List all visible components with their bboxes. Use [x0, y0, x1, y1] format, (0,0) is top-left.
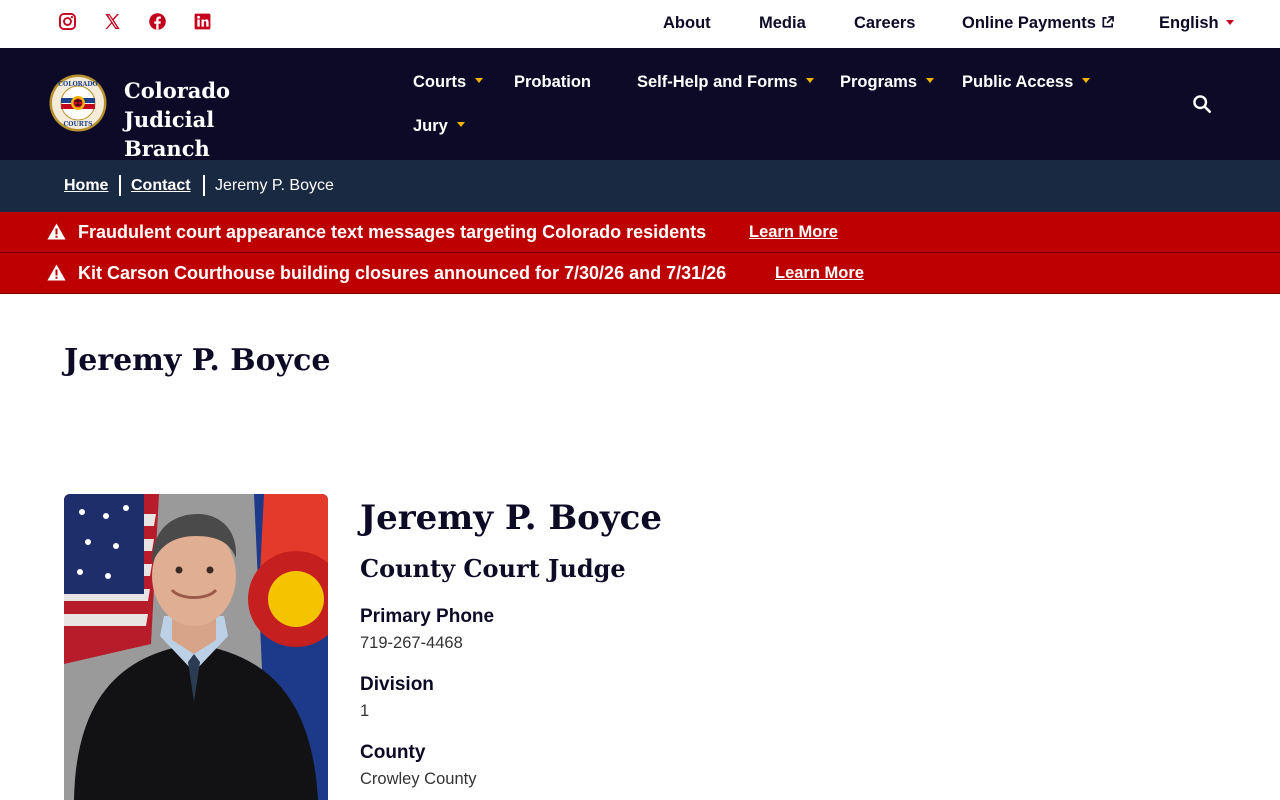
about-link[interactable]: About [663, 14, 711, 33]
brand-line-1: Colorado Judicial [124, 78, 231, 132]
nav-programs-label: Programs [840, 73, 918, 91]
search-icon[interactable] [1192, 94, 1212, 114]
instagram-link[interactable] [58, 12, 77, 31]
svg-text:COLORADO: COLORADO [58, 81, 98, 88]
division-value: 1 [360, 702, 370, 720]
alert-learn-more-link[interactable]: Learn More [749, 223, 838, 242]
alert-message: Kit Carson Courthouse building closures … [78, 263, 727, 283]
primary-phone-value[interactable]: 719-267-4468 [360, 634, 463, 653]
chevron-down-icon [1225, 20, 1234, 25]
alert-banner: Fraudulent court appearance text message… [0, 212, 1280, 253]
chevron-down-icon [926, 78, 935, 83]
nav-public-access[interactable]: Public Access [962, 73, 1091, 92]
main-nav: COLORADO COURTS Colorado Judicial Branch… [0, 48, 1280, 163]
warning-icon [47, 223, 66, 240]
nav-programs[interactable]: Programs [840, 73, 935, 92]
alert-message: Fraudulent court appearance text message… [78, 222, 707, 242]
division-label: Division [360, 674, 434, 695]
profile-name: Jeremy P. Boyce [360, 498, 662, 538]
facebook-icon [149, 13, 166, 30]
nav-self-help-forms[interactable]: Self-Help and Forms [637, 73, 815, 92]
page-title: Jeremy P. Boyce [64, 343, 331, 378]
colorado-courts-seal-logo[interactable]: COLORADO COURTS [49, 74, 107, 132]
alert-banner: Kit Carson Courthouse building closures … [0, 253, 1280, 294]
breadcrumb-contact[interactable]: Contact [131, 177, 191, 195]
judge-portrait-photo [64, 494, 328, 800]
nav-courts[interactable]: Courts [413, 73, 484, 92]
utility-bar: About Media Careers Online Payments Engl… [0, 0, 1280, 48]
breadcrumb-home[interactable]: Home [64, 177, 108, 195]
warning-icon [47, 264, 66, 281]
media-link[interactable]: Media [759, 14, 806, 33]
nav-jury[interactable]: Jury [413, 117, 465, 136]
nav-public-access-label: Public Access [962, 73, 1074, 91]
chevron-down-icon [806, 78, 815, 83]
breadcrumb-current: Jeremy P. Boyce [215, 177, 334, 194]
breadcrumb-separator [119, 175, 121, 196]
chevron-down-icon [456, 122, 465, 127]
online-payments-link[interactable]: Online Payments [962, 14, 1114, 33]
nav-probation[interactable]: Probation [514, 73, 591, 92]
online-payments-label: Online Payments [962, 14, 1096, 32]
chevron-down-icon [1082, 78, 1091, 83]
primary-phone-label: Primary Phone [360, 606, 495, 627]
x-link[interactable] [103, 12, 122, 31]
language-label: English [1159, 14, 1219, 32]
county-label: County [360, 742, 426, 763]
instagram-icon [59, 13, 76, 30]
profile-role: County Court Judge [360, 554, 626, 583]
alert-learn-more-link[interactable]: Learn More [775, 264, 864, 283]
chevron-down-icon [475, 78, 484, 83]
breadcrumb-separator [203, 175, 205, 196]
breadcrumb: Home Contact Jeremy P. Boyce [0, 160, 1280, 212]
brand-line-2: Branch [124, 136, 210, 161]
site-brand[interactable]: Colorado Judicial Branch [124, 76, 324, 163]
linkedin-icon [194, 13, 211, 30]
linkedin-link[interactable] [193, 12, 212, 31]
nav-jury-label: Jury [413, 117, 448, 135]
facebook-link[interactable] [148, 12, 167, 31]
external-link-icon [1102, 16, 1114, 28]
county-value: Crowley County [360, 770, 477, 788]
x-icon [105, 13, 120, 30]
social-links [58, 12, 212, 31]
language-selector[interactable]: English [1159, 14, 1234, 33]
nav-self-help-label: Self-Help and Forms [637, 73, 798, 91]
nav-courts-label: Courts [413, 73, 467, 91]
careers-link[interactable]: Careers [854, 14, 915, 33]
svg-text:COURTS: COURTS [64, 121, 93, 128]
